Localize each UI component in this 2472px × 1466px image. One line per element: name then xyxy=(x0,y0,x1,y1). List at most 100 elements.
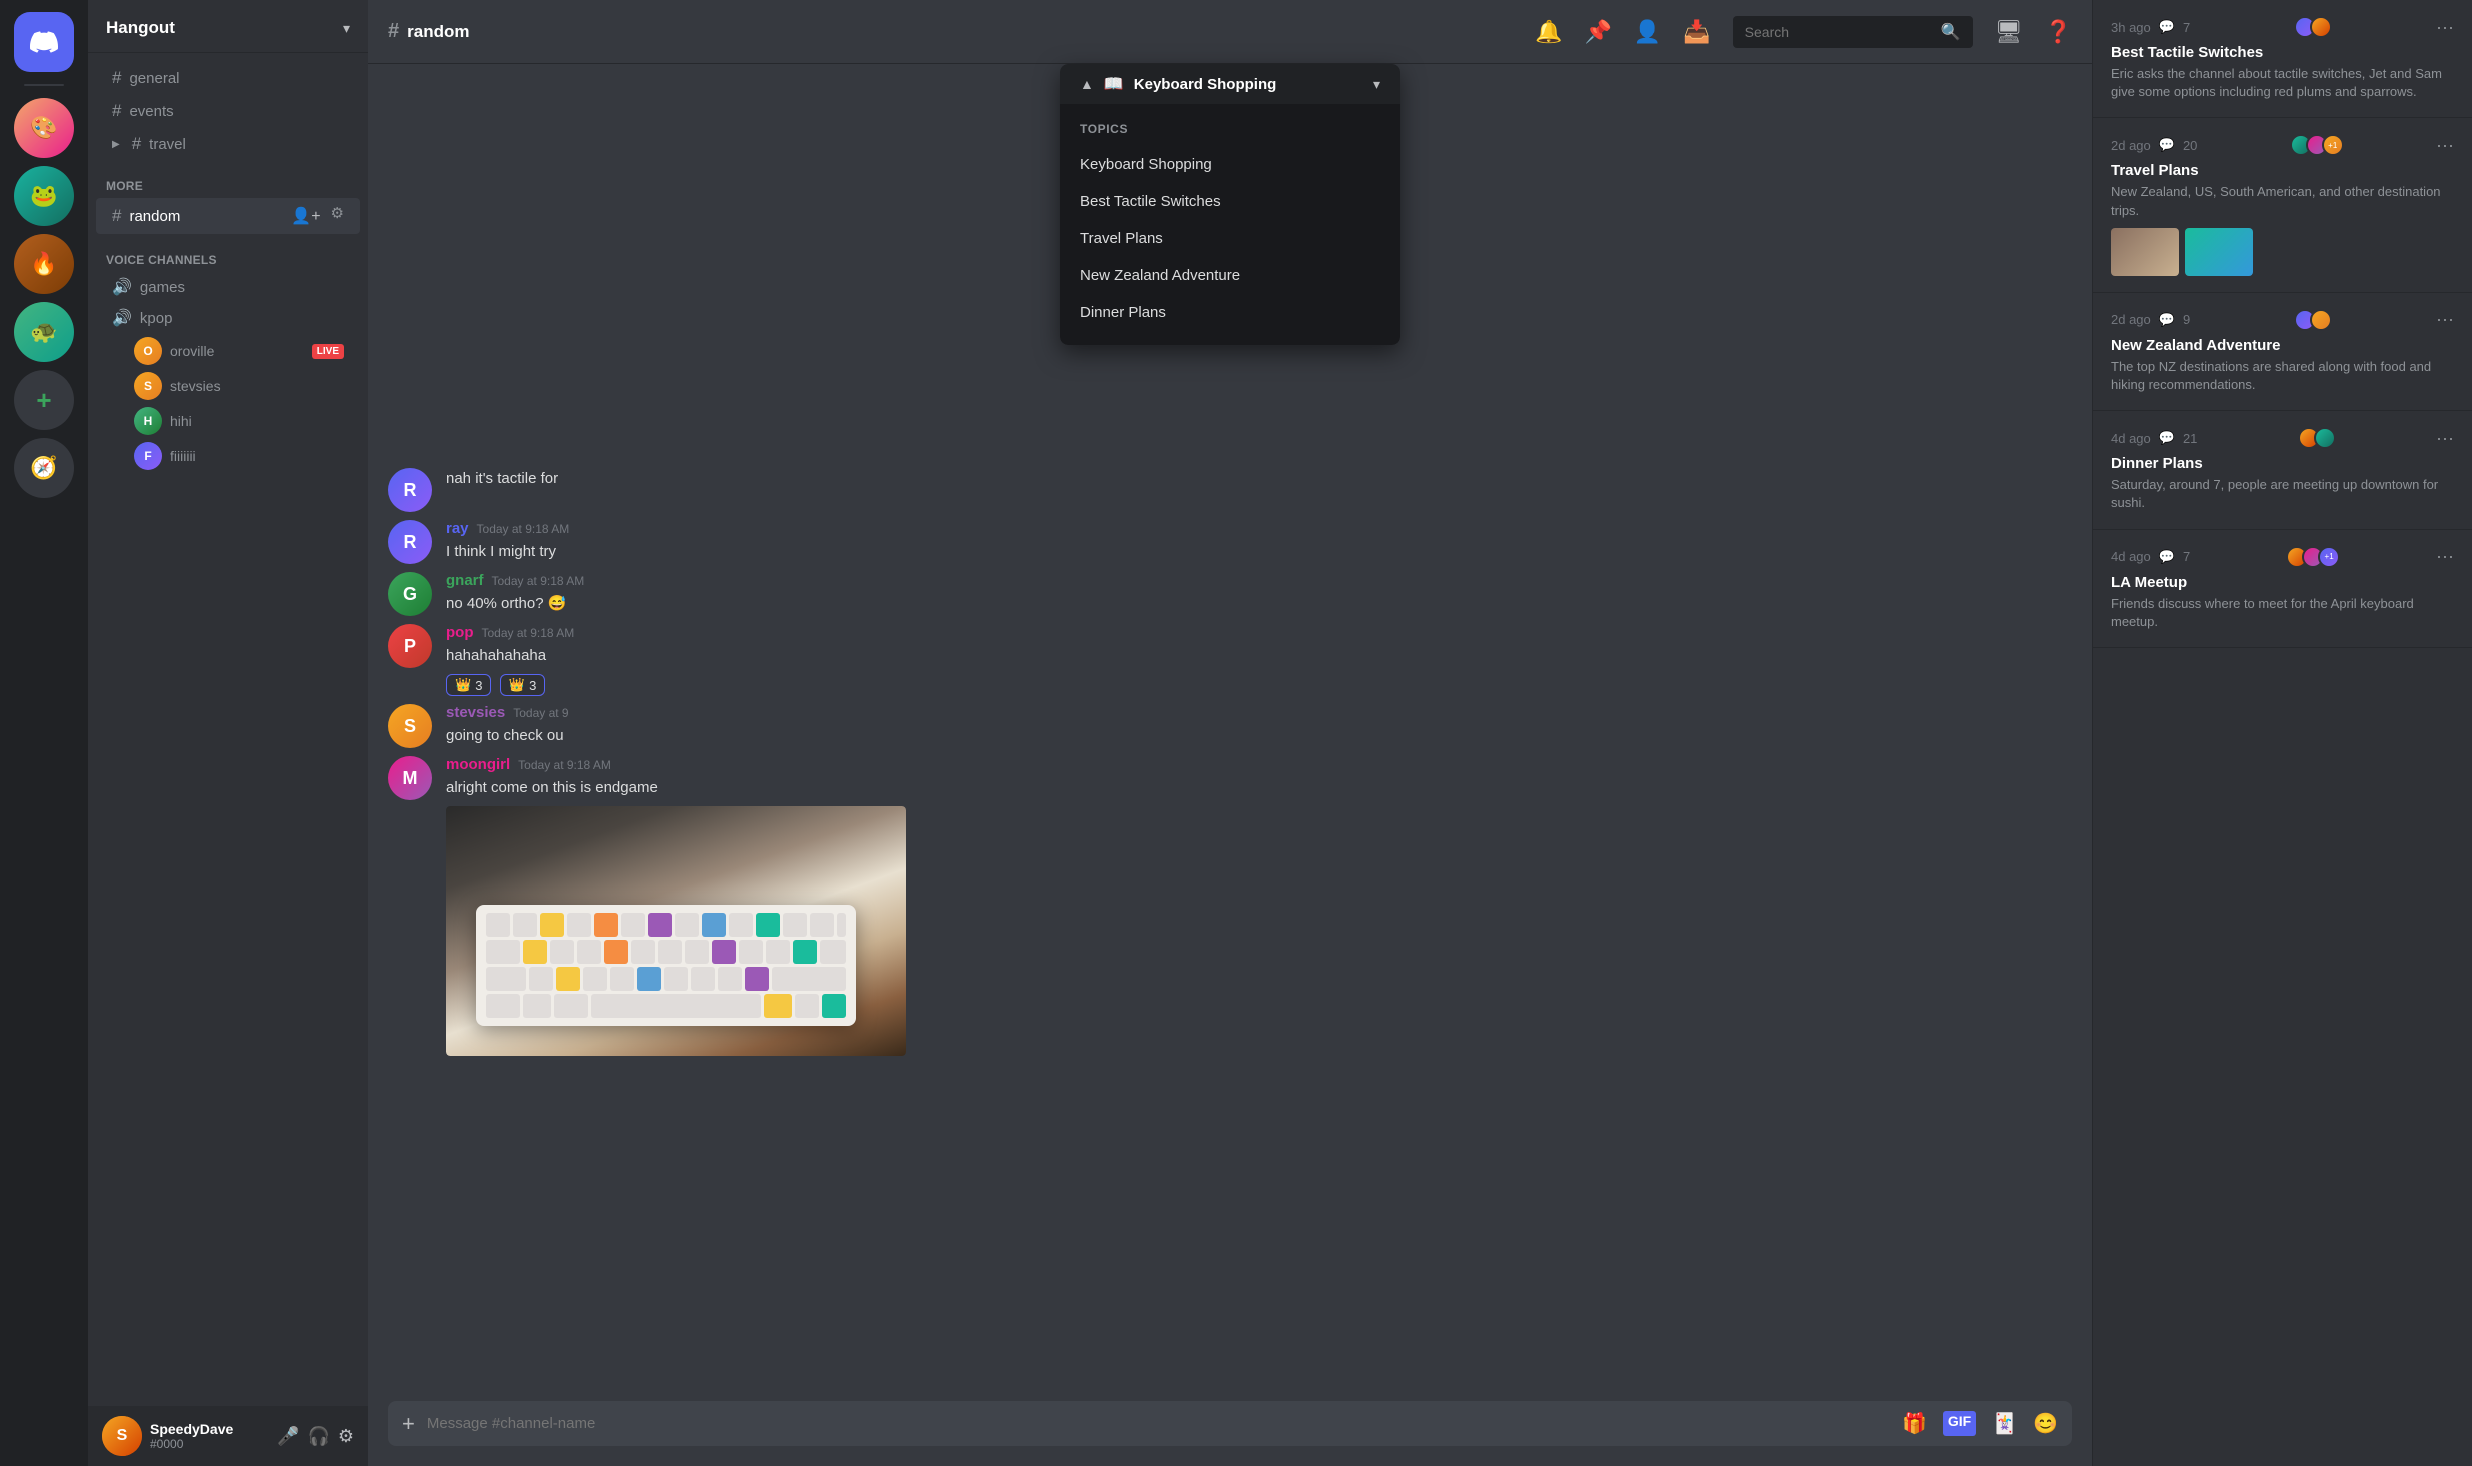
thread-travel-plans[interactable]: 2d ago 💬 20 +1 ··· Travel Plans New Zeal… xyxy=(2093,118,2472,292)
topic-option-dinner-plans[interactable]: Dinner Plans xyxy=(1060,294,1400,331)
avatar-fiiiiiii: F xyxy=(134,442,162,470)
message-input[interactable] xyxy=(427,1401,1890,1446)
user-info: SpeedyDave #0000 xyxy=(150,1421,269,1451)
topic-bar[interactable]: ▲ 📖 Keyboard Shopping ▾ xyxy=(1060,64,1400,104)
message-content-ray: ray Today at 9:18 AM I think I might try xyxy=(446,520,2072,564)
thread-la-meetup[interactable]: 4d ago 💬 7 +1 ··· LA Meetup Friends disc… xyxy=(2093,530,2472,648)
thread-title-best-tactile: Best Tactile Switches xyxy=(2111,44,2454,61)
channel-list: # general # events ▶ # travel MORE # ran… xyxy=(88,53,368,1406)
thread-best-tactile[interactable]: 3h ago 💬 7 ··· Best Tactile Switches Eri… xyxy=(2093,0,2472,118)
voice-channel-kpop[interactable]: 🔊 kpop xyxy=(96,303,360,333)
search-input[interactable] xyxy=(1745,24,1933,40)
message-timestamp-pop: Today at 9:18 AM xyxy=(482,626,575,640)
inbox-2-icon[interactable]: 🖥 xyxy=(1995,19,2023,45)
thread-more-menu-travel[interactable]: ··· xyxy=(2436,135,2454,156)
server-icon-art[interactable]: 🎨 xyxy=(14,98,74,158)
thread-image-lake xyxy=(2185,228,2253,276)
thread-more-menu-nz[interactable]: ··· xyxy=(2436,309,2454,330)
thread-meta-best-tactile: 3h ago 💬 7 ··· xyxy=(2111,16,2454,38)
message-ray: R ray Today at 9:18 AM I think I might t… xyxy=(368,516,2092,568)
topic-option-nz-adventure[interactable]: New Zealand Adventure xyxy=(1060,257,1400,294)
server-name: Hangout xyxy=(106,18,175,38)
channel-name-events: events xyxy=(129,103,173,120)
add-member-button[interactable]: 👤+ xyxy=(287,204,324,228)
message-text-gnarf: no 40% ortho? 😅 xyxy=(446,593,2072,614)
topic-option-keyboard-shopping[interactable]: Keyboard Shopping xyxy=(1060,146,1400,183)
add-server-button[interactable]: + xyxy=(14,370,74,430)
keyboard-image xyxy=(446,806,906,1056)
settings-icon[interactable]: ⚙ xyxy=(331,204,344,228)
sidebar-header[interactable]: Hangout ▾ xyxy=(88,0,368,53)
topic-option-best-tactile[interactable]: Best Tactile Switches xyxy=(1060,183,1400,220)
gift-icon[interactable]: 🎁 xyxy=(1902,1411,1927,1436)
help-icon[interactable]: ❓ xyxy=(2045,19,2072,45)
thread-title-nz: New Zealand Adventure xyxy=(2111,337,2454,354)
message-input-area: + 🎁 GIF 🃏 😊 xyxy=(368,1401,2092,1466)
server-icon-campfire[interactable]: 🔥 xyxy=(14,234,74,294)
voice-channels-label: VOICE CHANNELS xyxy=(88,235,368,271)
channel-travel[interactable]: ▶ # travel xyxy=(96,128,360,160)
header-icons: 🔔 📌 👤 📥 🔍 🖥 ❓ xyxy=(1535,16,2072,48)
voice-channel-games[interactable]: 🔊 games xyxy=(96,272,360,302)
more-label: MORE xyxy=(106,179,143,193)
topics-label: TOPICS xyxy=(1060,118,1400,146)
server-icon-turtle[interactable]: 🐢 xyxy=(14,302,74,362)
mute-icon[interactable]: 🎤 xyxy=(277,1426,299,1447)
voice-username-stevsies: stevsies xyxy=(170,378,221,394)
user-panel: S SpeedyDave #0000 🎤 🎧 ⚙ xyxy=(88,1406,368,1466)
channel-name-travel: travel xyxy=(149,136,186,153)
thread-dinner-plans[interactable]: 4d ago 💬 21 ··· Dinner Plans Saturday, a… xyxy=(2093,411,2472,529)
topic-option-travel-plans[interactable]: Travel Plans xyxy=(1060,220,1400,257)
thread-nz-adventure[interactable]: 2d ago 💬 9 ··· New Zealand Adventure The… xyxy=(2093,293,2472,411)
notification-bell-icon[interactable]: 🔔 xyxy=(1535,19,1562,45)
message-header-moongirl: moongirl Today at 9:18 AM xyxy=(446,756,2072,773)
voice-label: VOICE CHANNELS xyxy=(106,253,217,267)
channel-header-name: random xyxy=(407,22,469,42)
thread-time-best-tactile: 3h ago xyxy=(2111,20,2151,35)
right-sidebar: 3h ago 💬 7 ··· Best Tactile Switches Eri… xyxy=(2092,0,2472,1466)
voice-user-fiiiiiii[interactable]: F fiiiiiii xyxy=(96,439,360,473)
server-icon-discord[interactable] xyxy=(14,12,74,72)
message-header-gnarf: gnarf Today at 9:18 AM xyxy=(446,572,2072,589)
message-text-stevsies: going to check ou xyxy=(446,725,2072,746)
search-bar[interactable]: 🔍 xyxy=(1733,16,1973,48)
thread-more-menu-la[interactable]: ··· xyxy=(2436,546,2454,567)
channel-name-header: # random xyxy=(388,20,469,43)
voice-user-hihi[interactable]: H hihi xyxy=(96,404,360,438)
add-attachment-button[interactable]: + xyxy=(402,1411,415,1437)
voice-username-oroville: oroville xyxy=(170,343,214,359)
members-icon[interactable]: 👤 xyxy=(1634,19,1661,45)
emoji-icon[interactable]: 😊 xyxy=(2033,1411,2058,1436)
more-section-label: MORE xyxy=(88,161,368,197)
thread-more-menu-dinner[interactable]: ··· xyxy=(2436,428,2454,449)
channel-general[interactable]: # general xyxy=(96,62,360,94)
message-timestamp-moongirl: Today at 9:18 AM xyxy=(518,758,611,772)
avatar-stevsies: S xyxy=(388,704,432,748)
comment-icon: 💬 xyxy=(2159,549,2175,565)
gif-icon[interactable]: GIF xyxy=(1943,1411,1976,1436)
user-settings-icon[interactable]: ⚙ xyxy=(338,1426,354,1447)
reaction-crown-2[interactable]: 👑 3 xyxy=(500,674,545,696)
inbox-icon[interactable]: 📥 xyxy=(1683,19,1710,45)
server-icon-frog[interactable]: 🐸 xyxy=(14,166,74,226)
channel-random[interactable]: # random 👤+ ⚙ xyxy=(96,198,360,234)
reaction-crown-1[interactable]: 👑 3 xyxy=(446,674,491,696)
thread-meta-la: 4d ago 💬 7 +1 ··· xyxy=(2111,546,2454,568)
thread-more-menu-best-tactile[interactable]: ··· xyxy=(2436,17,2454,38)
reaction-count-2: 3 xyxy=(529,678,536,693)
avatar-hihi: H xyxy=(134,407,162,435)
channel-events[interactable]: # events xyxy=(96,95,360,127)
pin-icon[interactable]: 📌 xyxy=(1584,19,1611,45)
voice-user-stevsies[interactable]: S stevsies xyxy=(96,369,360,403)
collapse-icon: ▲ xyxy=(1080,76,1094,92)
message-content-moongirl: moongirl Today at 9:18 AM alright come o… xyxy=(446,756,2072,1056)
hash-icon: # xyxy=(112,68,121,88)
channel-name-random: random xyxy=(129,208,180,225)
thread-meta-travel: 2d ago 💬 20 +1 ··· xyxy=(2111,134,2454,156)
sticker-icon[interactable]: 🃏 xyxy=(1992,1411,2017,1436)
discover-servers-button[interactable]: 🧭 xyxy=(14,438,74,498)
voice-user-oroville[interactable]: O oroville LIVE xyxy=(96,334,360,368)
thread-title-travel: Travel Plans xyxy=(2111,162,2454,179)
deafen-icon[interactable]: 🎧 xyxy=(307,1426,329,1447)
volume-icon: 🔊 xyxy=(112,308,132,328)
